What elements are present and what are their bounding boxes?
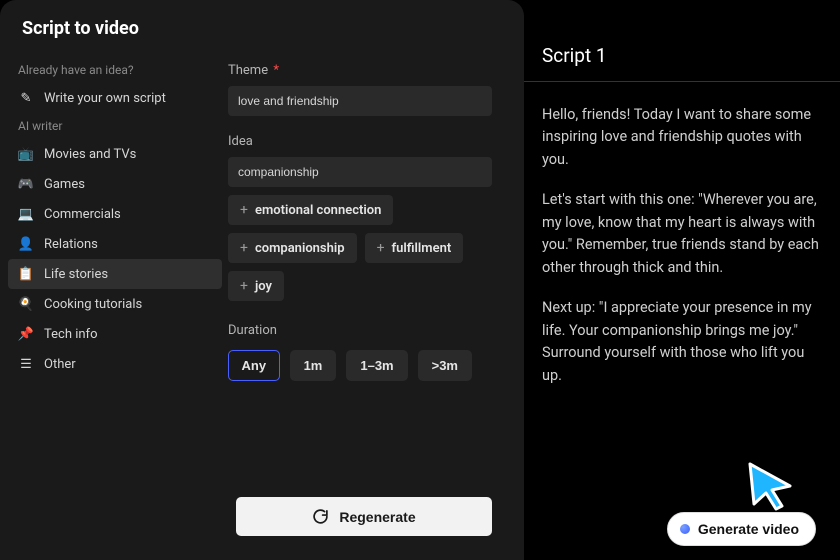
plus-icon: + <box>377 240 385 256</box>
idea-label: Idea <box>228 134 492 149</box>
header: Script to video <box>0 0 524 53</box>
category-icon: 📋 <box>18 266 34 282</box>
category-icon: 📌 <box>18 326 34 342</box>
sidebar-item-label: Write your own script <box>44 91 166 106</box>
plus-icon: + <box>240 202 248 218</box>
sidebar-item-commercials[interactable]: 💻 Commercials <box>8 199 222 229</box>
chip-label: joy <box>255 279 272 294</box>
category-icon: 💻 <box>18 206 34 222</box>
sidebar-item-life-stories[interactable]: 📋 Life stories <box>8 259 222 289</box>
duration-option[interactable]: Any <box>228 350 280 381</box>
chip-label: emotional connection <box>255 203 381 218</box>
script-paragraph: Hello, friends! Today I want to share so… <box>542 104 822 171</box>
sidebar-item-label: Life stories <box>44 267 108 282</box>
script-panel: Script 1 Hello, friends! Today I want to… <box>524 0 840 560</box>
category-icon: 🎮 <box>18 176 34 192</box>
theme-label: Theme * <box>228 63 492 78</box>
script-body: Hello, friends! Today I want to share so… <box>524 82 840 415</box>
regenerate-button[interactable]: Regenerate <box>236 497 492 536</box>
idea-input[interactable] <box>228 157 492 187</box>
sidebar-item-label: Cooking tutorials <box>44 297 142 312</box>
write-own-script[interactable]: ✎ Write your own script <box>8 83 222 113</box>
sidebar-item-label: Movies and TVs <box>44 147 136 162</box>
section-ai-label: AI writer <box>8 113 222 139</box>
idea-chip[interactable]: + fulfillment <box>365 233 464 263</box>
sidebar-item-tech-info[interactable]: 📌 Tech info <box>8 319 222 349</box>
regenerate-label: Regenerate <box>339 509 415 525</box>
plus-icon: + <box>240 278 248 294</box>
sidebar-item-label: Relations <box>44 237 98 252</box>
section-idea-label: Already have an idea? <box>8 57 222 83</box>
duration-options: Any 1m 1–3m >3m <box>228 350 492 381</box>
page-title: Script to video <box>22 18 502 39</box>
chip-label: companionship <box>255 241 345 256</box>
sidebar-item-label: Tech info <box>44 327 98 342</box>
script-title: Script 1 <box>542 44 822 67</box>
refresh-icon <box>312 508 329 525</box>
idea-chip[interactable]: + joy <box>228 271 284 301</box>
duration-option[interactable]: 1m <box>290 350 337 381</box>
duration-option[interactable]: >3m <box>418 350 472 381</box>
pencil-icon: ✎ <box>18 90 34 106</box>
plus-icon: + <box>240 240 248 256</box>
category-icon: 📺 <box>18 146 34 162</box>
sparkle-icon <box>680 524 690 534</box>
category-icon: ☰ <box>18 356 34 372</box>
generate-label: Generate video <box>698 521 799 537</box>
sidebar-item-label: Other <box>44 357 76 372</box>
category-icon: 🍳 <box>18 296 34 312</box>
sidebar-item-label: Games <box>44 177 85 192</box>
category-icon: 👤 <box>18 236 34 252</box>
chip-label: fulfillment <box>392 241 452 256</box>
form-column: Theme * Idea + emotional connection + compa… <box>228 53 524 560</box>
theme-input[interactable] <box>228 86 492 116</box>
sidebar-item-movies-and-tvs[interactable]: 📺 Movies and TVs <box>8 139 222 169</box>
sidebar-item-other[interactable]: ☰ Other <box>8 349 222 379</box>
sidebar: Already have an idea? ✎ Write your own s… <box>0 53 228 560</box>
sidebar-item-cooking-tutorials[interactable]: 🍳 Cooking tutorials <box>8 289 222 319</box>
idea-chip[interactable]: + emotional connection <box>228 195 393 225</box>
script-paragraph: Next up: "I appreciate your presence in … <box>542 297 822 387</box>
idea-chip[interactable]: + companionship <box>228 233 357 263</box>
sidebar-item-label: Commercials <box>44 207 121 222</box>
idea-chips: + emotional connection + companionship + fulf… <box>228 195 492 301</box>
generate-video-button[interactable]: Generate video <box>667 512 816 546</box>
duration-option[interactable]: 1–3m <box>346 350 407 381</box>
script-paragraph: Let's start with this one: "Wherever you… <box>542 189 822 279</box>
sidebar-item-relations[interactable]: 👤 Relations <box>8 229 222 259</box>
duration-label: Duration <box>228 323 492 338</box>
sidebar-item-games[interactable]: 🎮 Games <box>8 169 222 199</box>
